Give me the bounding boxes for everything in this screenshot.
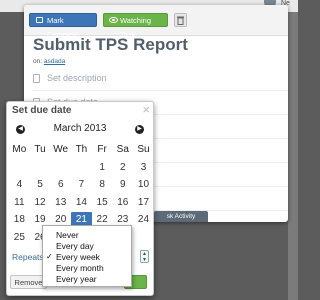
eye-icon [109, 17, 118, 23]
calendar-day[interactable]: 17 [133, 195, 154, 213]
calendar-day[interactable]: 18 [9, 212, 30, 230]
weekday-header: Mo Tu We Th Fr Sa Su [9, 142, 154, 160]
calendar-day[interactable]: 13 [50, 195, 71, 213]
checkbox-icon [36, 17, 43, 23]
calendar-day[interactable] [71, 160, 92, 178]
calendar-day[interactable]: 25 [9, 230, 30, 248]
weekday-label: Sa [116, 144, 129, 155]
repeats-label: Repeats [12, 252, 44, 262]
calendar-day[interactable] [30, 160, 51, 178]
calendar-day[interactable]: 24 [133, 212, 154, 230]
calendar-day[interactable] [50, 160, 71, 178]
calendar-day[interactable]: 8 [92, 177, 113, 195]
task-project-line: on: asdada [33, 58, 65, 65]
task-title[interactable]: Submit TPS Report [33, 35, 188, 55]
weekday-label: We [53, 144, 69, 155]
calendar-week: 1 2 3 [9, 160, 154, 178]
document-icon [33, 74, 40, 83]
calendar-day[interactable]: 7 [71, 177, 92, 195]
checkmark-icon: ✓ [46, 252, 53, 261]
on-label: on: [33, 58, 43, 65]
calendar-day[interactable]: 1 [92, 160, 113, 178]
calendar-day[interactable]: 3 [133, 160, 154, 178]
calendar-week: 11 12 13 14 15 16 17 [9, 195, 154, 213]
repeat-option[interactable]: Every day [56, 241, 94, 251]
next-month-icon[interactable]: ▶ [135, 125, 144, 134]
trash-icon [177, 16, 184, 25]
tab-task-activity[interactable]: sk Activity [154, 211, 208, 222]
calendar-day[interactable]: 10 [133, 177, 154, 195]
weekday-label: Tu [34, 144, 46, 155]
calendar-day[interactable]: 6 [50, 177, 71, 195]
calendar-day[interactable]: 15 [92, 195, 113, 213]
calendar-day[interactable]: 5 [30, 177, 51, 195]
prev-month-icon[interactable]: ◀ [16, 125, 25, 134]
watching-task-button[interactable]: Watching Task [103, 13, 168, 39]
calendar-month-label: March 2013 [53, 123, 107, 134]
mark-complete-button[interactable]: Mark Complete [29, 13, 97, 39]
repeat-option[interactable]: Every month [56, 263, 104, 273]
description-row[interactable]: Set description [33, 68, 288, 91]
delete-task-button[interactable] [174, 13, 187, 27]
popup-title: Set due date [12, 105, 72, 116]
calendar-day[interactable]: 2 [112, 160, 133, 178]
calendar-day[interactable]: 4 [9, 177, 30, 195]
calendar-day[interactable]: 12 [30, 195, 51, 213]
task-toolbar: Mark Complete Watching Task [24, 5, 288, 39]
weekday-label: Fr [97, 144, 107, 155]
repeat-option[interactable]: Every year [56, 274, 97, 284]
project-link[interactable]: asdada [44, 58, 65, 65]
repeat-option[interactable]: Never [56, 230, 79, 240]
calendar-day[interactable]: 9 [112, 177, 133, 195]
calendar-day[interactable]: 16 [112, 195, 133, 213]
calendar-day[interactable] [9, 160, 30, 178]
weekday-label: Mo [12, 144, 27, 155]
close-icon[interactable]: × [142, 102, 150, 117]
calendar-day[interactable]: 14 [71, 195, 92, 213]
repeat-option-selected[interactable]: Every week [56, 252, 100, 262]
calendar-day[interactable] [133, 230, 154, 248]
weekday-label: Th [75, 144, 88, 155]
set-description-link[interactable]: Set description [47, 73, 107, 83]
calendar-week: 4 5 6 7 8 9 10 [9, 177, 154, 195]
repeat-select-arrows[interactable]: ▲ ▼ [140, 250, 149, 263]
repeat-dropdown-menu: Never Every day ✓ Every week Every month… [42, 225, 132, 287]
background-panel [288, 12, 298, 300]
calendar-day[interactable]: 11 [9, 195, 30, 213]
weekday-label: Su [137, 144, 150, 155]
